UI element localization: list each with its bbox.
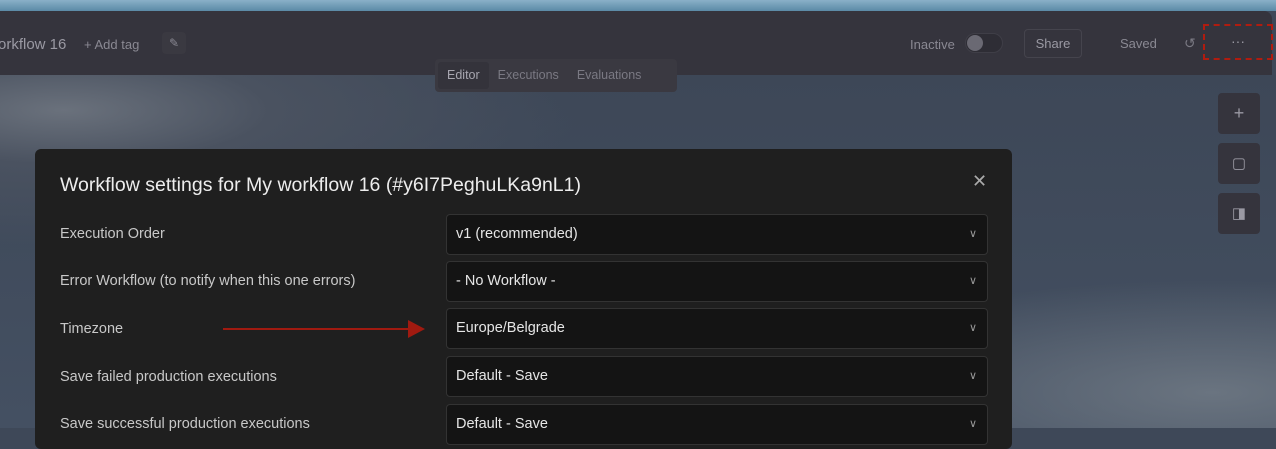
timezone-label: Timezone xyxy=(60,321,124,337)
sticky-note-icon[interactable]: ▢ xyxy=(1218,143,1260,184)
add-node-icon[interactable]: + xyxy=(1218,93,1260,134)
view-tabs: Editor Executions Evaluations xyxy=(435,59,677,92)
select-value: Europe/Belgrade xyxy=(456,320,565,336)
edit-description-icon[interactable]: ✎ xyxy=(162,32,186,54)
chevron-down-icon: ∨ xyxy=(968,228,977,240)
tab-evaluations[interactable]: Evaluations xyxy=(568,62,651,89)
workflow-settings-modal: Workflow settings for My workflow 16 (#y… xyxy=(35,149,1012,449)
more-options-button[interactable]: ··· xyxy=(1203,24,1273,60)
window-top-strip xyxy=(0,0,1276,11)
save-successful-select[interactable]: Default - Save ∨ xyxy=(446,404,988,445)
execution-order-label: Execution Order xyxy=(60,226,165,242)
history-icon[interactable]: ↺ xyxy=(1184,35,1196,52)
select-value: Default - Save xyxy=(456,368,548,384)
annotation-arrow-line xyxy=(223,328,413,330)
workflow-title[interactable]: orkflow 16 xyxy=(0,36,66,53)
chevron-down-icon: ∨ xyxy=(968,322,977,334)
error-workflow-label: Error Workflow (to notify when this one … xyxy=(60,273,356,289)
save-successful-label: Save successful production executions xyxy=(60,416,310,432)
active-toggle[interactable] xyxy=(965,33,1003,53)
error-workflow-select[interactable]: - No Workflow - ∨ xyxy=(446,261,988,302)
save-failed-label: Save failed production executions xyxy=(60,369,277,385)
execution-order-select[interactable]: v1 (recommended) ∨ xyxy=(446,214,988,255)
modal-title: Workflow settings for My workflow 16 (#y… xyxy=(60,174,581,196)
chevron-down-icon: ∨ xyxy=(968,418,977,430)
select-value: - No Workflow - xyxy=(456,273,556,289)
toggle-knob xyxy=(967,35,983,51)
save-failed-select[interactable]: Default - Save ∨ xyxy=(446,356,988,397)
close-icon[interactable]: ✕ xyxy=(972,171,987,192)
timezone-select[interactable]: Europe/Belgrade ∨ xyxy=(446,308,988,349)
active-status-label: Inactive xyxy=(910,37,955,52)
share-button[interactable]: Share xyxy=(1024,29,1082,58)
add-tag-button[interactable]: + Add tag xyxy=(84,37,139,52)
annotation-arrow-icon xyxy=(408,320,425,338)
tab-executions[interactable]: Executions xyxy=(489,62,568,89)
chevron-down-icon: ∨ xyxy=(968,275,977,287)
panel-toggle-icon[interactable]: ◨ xyxy=(1218,193,1260,234)
tab-editor[interactable]: Editor xyxy=(438,62,489,89)
chevron-down-icon: ∨ xyxy=(968,370,977,382)
select-value: Default - Save xyxy=(456,416,548,432)
saved-status: Saved xyxy=(1120,36,1157,51)
select-value: v1 (recommended) xyxy=(456,226,578,242)
